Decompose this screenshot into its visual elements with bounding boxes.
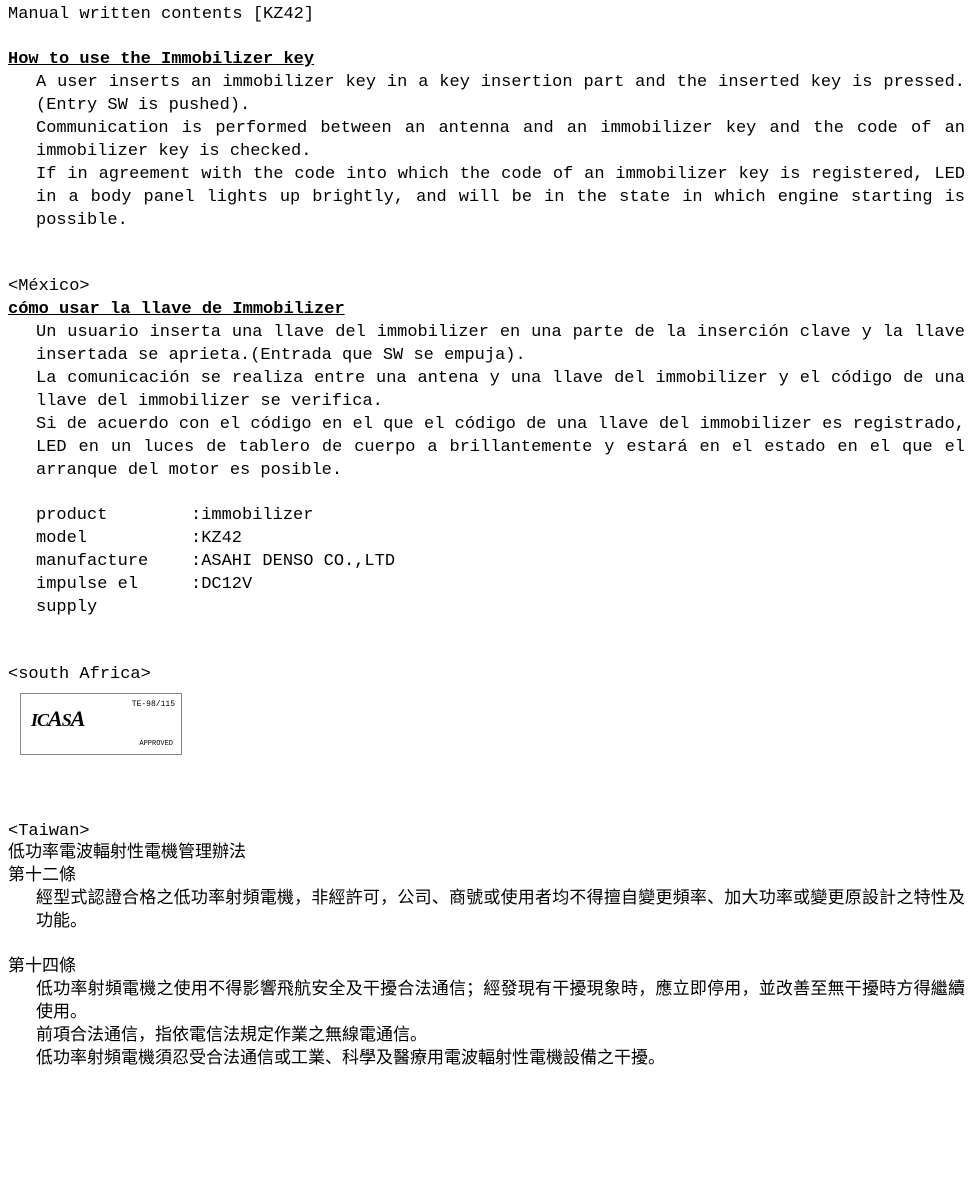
spec-product-value: :immobilizer [191,505,313,528]
taiwan-article-14-p3: 低功率射頻電機須忍受合法通信或工業、科學及醫療用電波輻射性電機設備之干擾。 [36,1049,965,1072]
english-heading: How to use the Immobilizer key [8,49,965,72]
mexico-paragraph-3: Si de acuerdo con el código en el que el… [36,414,965,483]
icasa-logo-icon: ICASA [31,704,84,734]
english-paragraph-3: If in agreement with the code into which… [36,164,965,233]
spec-manufacture-label: manufacture [36,551,191,574]
mexico-heading: cómo usar la llave de Immobilizer [8,299,965,322]
taiwan-article-12-body: 經型式認證合格之低功率射頻電機，非經許可，公司、商號或使用者均不得擅自變更頻率、… [36,889,965,935]
spec-product-label: product [36,505,191,528]
english-paragraph-2: Communication is performed between an an… [36,118,965,164]
spec-manufacture-value: :ASAHI DENSO CO.,LTD [191,551,395,574]
icasa-approved-text: APPROVED [139,740,173,749]
south-africa-label: <south Africa> [8,664,965,687]
taiwan-label: <Taiwan> [8,821,965,844]
spec-model-value: :KZ42 [191,528,242,551]
taiwan-regulation-title: 低功率電波輻射性電機管理辦法 [8,843,965,866]
taiwan-article-14-title: 第十四條 [8,957,965,980]
mexico-paragraph-1: Un usuario inserta una llave del immobil… [36,322,965,368]
document-title: Manual written contents [KZ42] [8,4,965,27]
mexico-label: <México> [8,276,965,299]
taiwan-article-14-p2: 前項合法通信，指依電信法規定作業之無線電通信。 [36,1026,965,1049]
icasa-approval-box: ICASA TE-98/115 APPROVED [20,693,182,755]
spec-model-label: model [36,528,191,551]
spec-table: product :immobilizer model :KZ42 manufac… [8,505,965,620]
spec-impulse-value: :DC12V [191,574,252,620]
taiwan-article-14-p1: 低功率射頻電機之使用不得影響飛航安全及干擾合法通信；經發現有干擾現象時，應立即停… [36,980,965,1026]
spec-impulse-label: impulse el supply [36,574,191,620]
english-paragraph-1: A user inserts an immobilizer key in a k… [36,72,965,118]
mexico-paragraph-2: La comunicación se realiza entre una ant… [36,368,965,414]
taiwan-article-12-title: 第十二條 [8,866,965,889]
icasa-reference: TE-98/115 [132,700,175,710]
